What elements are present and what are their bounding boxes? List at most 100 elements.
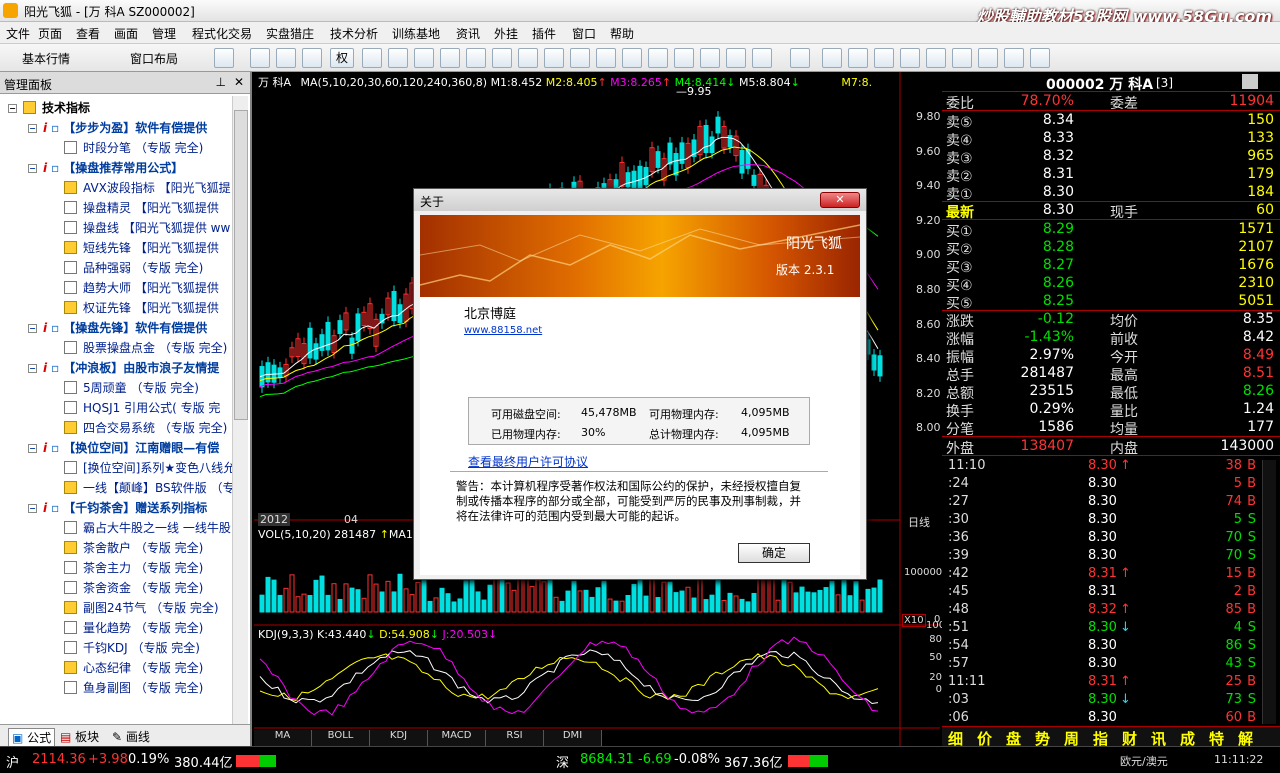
grid2-icon[interactable] bbox=[596, 48, 616, 68]
tree-leaf[interactable]: 四合交易系统 （专版 完全) bbox=[64, 418, 227, 438]
indicator-tab[interactable]: KDJ bbox=[370, 730, 428, 746]
minute-icon[interactable] bbox=[790, 48, 810, 68]
menu-item-training[interactable]: 训练基地 bbox=[392, 25, 440, 42]
dialog-close-button[interactable]: ✕ bbox=[820, 192, 860, 208]
menu-item-window[interactable]: 窗口 bbox=[572, 25, 596, 42]
menu-item-program-trading[interactable]: 程式化交易 bbox=[192, 25, 252, 42]
tab-sectors[interactable]: ▤ 板块 bbox=[60, 728, 99, 745]
tree-leaf[interactable]: 茶舍资金 （专版 完全) bbox=[64, 578, 203, 598]
close-icon[interactable]: ✕ bbox=[234, 75, 244, 89]
tab-drawing[interactable]: ✎ 画线 bbox=[112, 728, 150, 745]
tree-leaf[interactable]: 权证先锋 【阳光飞狐提供 bbox=[64, 298, 219, 318]
collapse-icon[interactable]: − bbox=[28, 444, 37, 453]
menu-item-view[interactable]: 查看 bbox=[76, 25, 100, 42]
tree-leaf[interactable]: 霸占大牛股之一线 一线牛股 bbox=[64, 518, 231, 538]
indicator-tab[interactable]: MA bbox=[254, 730, 312, 746]
doc-icon[interactable] bbox=[466, 48, 486, 68]
calendar-icon[interactable] bbox=[250, 48, 270, 68]
kline2-icon[interactable] bbox=[674, 48, 694, 68]
period3-icon[interactable] bbox=[874, 48, 894, 68]
indicator-tab[interactable]: DMI bbox=[544, 730, 602, 746]
menu-item-tech-analysis[interactable]: 技术分析 bbox=[330, 25, 378, 42]
crosshair-icon[interactable] bbox=[276, 48, 296, 68]
ok-button[interactable]: 确定 bbox=[738, 543, 810, 563]
menu-item-plugins[interactable]: 插件 bbox=[532, 25, 556, 42]
window-layout-button[interactable]: 窗口布局 bbox=[130, 50, 178, 67]
menu-item-plugin-ext[interactable]: 外挂 bbox=[494, 25, 518, 42]
collapse-icon[interactable]: − bbox=[28, 364, 37, 373]
tree-leaf[interactable]: 心态纪律 （专版 完全) bbox=[64, 658, 203, 678]
gear-icon[interactable] bbox=[570, 48, 590, 68]
period5-icon[interactable] bbox=[926, 48, 946, 68]
tree-group[interactable]: − i ▫ 【操盘先锋】软件有偿提供 bbox=[28, 318, 207, 338]
chart-icon[interactable] bbox=[492, 48, 512, 68]
tree-group[interactable]: − i ▫ 【千钧茶舍】赠送系列指标 bbox=[28, 498, 207, 518]
menu-item-hunt[interactable]: 实盘猎庄 bbox=[266, 25, 314, 42]
pin-icon[interactable]: ⊥ bbox=[216, 75, 226, 89]
period8-icon[interactable] bbox=[1004, 48, 1024, 68]
menu-item-help[interactable]: 帮助 bbox=[610, 25, 634, 42]
period9-icon[interactable] bbox=[1030, 48, 1050, 68]
tree-leaf[interactable]: 茶舍主力 （专版 完全) bbox=[64, 558, 203, 578]
collapse-icon[interactable]: − bbox=[28, 164, 37, 173]
money-icon[interactable] bbox=[518, 48, 538, 68]
period4-icon[interactable] bbox=[900, 48, 920, 68]
tree-leaf[interactable]: 操盘精灵 【阳光飞狐提供 bbox=[64, 198, 219, 218]
tree-leaf[interactable]: 一线【颠峰】BS软件版 （专 bbox=[64, 478, 232, 498]
window-icon[interactable] bbox=[302, 48, 322, 68]
collapse-icon[interactable]: − bbox=[28, 324, 37, 333]
collapse-icon[interactable]: − bbox=[28, 124, 37, 133]
menu-item-manage[interactable]: 管理 bbox=[152, 25, 176, 42]
period1-icon[interactable] bbox=[822, 48, 842, 68]
list-icon[interactable] bbox=[440, 48, 460, 68]
tree-leaf[interactable]: HQSJ1 引用公式( 专版 完 bbox=[64, 398, 220, 418]
tab-formula[interactable]: ▣ 公式 bbox=[8, 728, 56, 747]
menu-item-page[interactable]: 页面 bbox=[38, 25, 62, 42]
window2-icon[interactable] bbox=[622, 48, 642, 68]
tree-leaf[interactable]: 5周顽童 （专版 完全) bbox=[64, 378, 199, 398]
tick-scrollbar[interactable] bbox=[1262, 460, 1276, 724]
basic-quotes-button[interactable]: 基本行情 bbox=[22, 50, 70, 67]
website-link[interactable]: www.88158.net bbox=[464, 325, 542, 336]
tree-leaf[interactable]: 品种强弱 （专版 完全) bbox=[64, 258, 203, 278]
tree-leaf[interactable]: [换位空间]系列★变色八线允 bbox=[64, 458, 232, 478]
kline5-icon[interactable] bbox=[752, 48, 772, 68]
tree-leaf[interactable]: 量化趋势 （专版 完全) bbox=[64, 618, 203, 638]
menu-item-file[interactable]: 文件 bbox=[6, 25, 30, 42]
kline3-icon[interactable] bbox=[700, 48, 720, 68]
tree-leaf[interactable]: 趋势大师 【阳光飞狐提供 bbox=[64, 278, 219, 298]
tree-leaf[interactable]: 短线先锋 【阳光飞狐提供 bbox=[64, 238, 219, 258]
collapse-icon[interactable]: − bbox=[28, 504, 37, 513]
book-icon[interactable] bbox=[544, 48, 564, 68]
tree-root[interactable]: − 技术指标 bbox=[8, 98, 90, 118]
open-folder-icon[interactable] bbox=[214, 48, 234, 68]
indicator-tab[interactable]: MACD bbox=[428, 730, 486, 746]
tree-group[interactable]: − i ▫ 【步步为盈】软件有偿提供 bbox=[28, 118, 207, 138]
tree-group[interactable]: − i ▫ 【冲浪板】由股市浪子友情提 bbox=[28, 358, 219, 378]
kline4-icon[interactable] bbox=[726, 48, 746, 68]
tree-group[interactable]: − i ▫ 【换位空间】江南赠眼—有偿 bbox=[28, 438, 219, 458]
tree-leaf[interactable]: 副图24节气 （专版 完全) bbox=[64, 598, 219, 618]
tree-leaf[interactable]: 股票操盘点金 （专版 完全) bbox=[64, 338, 227, 358]
tree-group[interactable]: − i ▫ 【操盘推荐常用公式】 bbox=[28, 158, 183, 178]
period7-icon[interactable] bbox=[978, 48, 998, 68]
period6-icon[interactable] bbox=[952, 48, 972, 68]
period-label[interactable]: 日线 bbox=[908, 514, 930, 530]
panel-scrollbar[interactable] bbox=[232, 96, 248, 726]
indicator-tab[interactable]: BOLL bbox=[312, 730, 370, 746]
kline-icon[interactable] bbox=[648, 48, 668, 68]
table-icon[interactable] bbox=[414, 48, 434, 68]
indicator-tab[interactable]: RSI bbox=[486, 730, 544, 746]
stock-icon[interactable] bbox=[1242, 74, 1258, 89]
scroll-thumb[interactable] bbox=[234, 110, 248, 420]
tree-leaf[interactable]: 鱼身副图 （专版 完全) bbox=[64, 678, 203, 698]
menu-item-news[interactable]: 资讯 bbox=[456, 25, 480, 42]
tree-leaf[interactable]: AVX波段指标 【阳光飞狐提 bbox=[64, 178, 231, 198]
chart-check-icon[interactable] bbox=[362, 48, 382, 68]
tree-leaf[interactable]: 茶舍散户 （专版 完全) bbox=[64, 538, 203, 558]
license-link[interactable]: 查看最终用户许可协议 bbox=[468, 453, 588, 470]
collapse-icon[interactable]: − bbox=[8, 104, 17, 113]
menu-item-screen[interactable]: 画面 bbox=[114, 25, 138, 42]
rights-button[interactable]: 权 bbox=[330, 48, 354, 68]
tree-leaf[interactable]: 千钧KDJ （专版 完全) bbox=[64, 638, 200, 658]
